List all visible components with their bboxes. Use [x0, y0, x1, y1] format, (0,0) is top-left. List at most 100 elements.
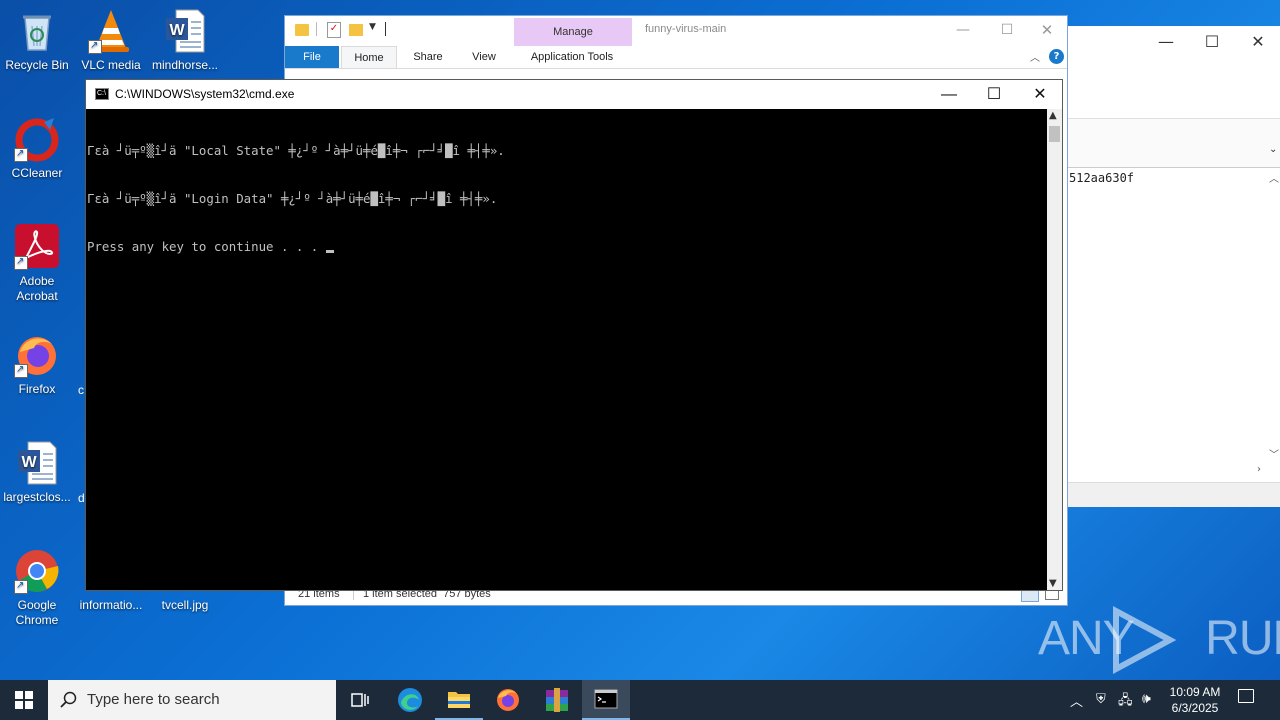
anyrun-watermark: ANY RUN: [1036, 605, 1280, 675]
minimize-button[interactable]: —: [926, 80, 972, 109]
close-button[interactable]: ✕: [1025, 16, 1069, 46]
window-title: funny-virus-main: [645, 23, 727, 35]
desktop-icon-mindhorse[interactable]: W mindhorse...: [148, 8, 222, 73]
quick-access-dropdown-icon[interactable]: ▼: [369, 22, 376, 32]
bg-window-titlebar: — ☐ ✕: [1067, 26, 1280, 56]
security-icon[interactable]: ⛨: [1096, 691, 1106, 707]
start-button[interactable]: [0, 680, 48, 720]
winrar-icon: [546, 688, 568, 712]
clock[interactable]: 10:09 AM 6/3/2025: [1162, 684, 1228, 716]
maximize-icon[interactable]: ☐: [1189, 32, 1235, 51]
desktop-icon-google-chrome[interactable]: Google Chrome: [0, 548, 74, 628]
svg-text:W: W: [21, 454, 37, 471]
desktop-icon-informatio[interactable]: informatio...: [74, 590, 148, 613]
shortcut-arrow-icon: [14, 578, 28, 594]
desktop-icon-label: Adobe Acrobat: [16, 274, 58, 303]
desktop-icon-label: informatio...: [79, 598, 143, 612]
partial-desktop-label: c: [78, 383, 84, 397]
tab-application-tools[interactable]: Application Tools: [517, 46, 627, 68]
desktop-icon-tvcell[interactable]: tvcell.jpg: [148, 590, 222, 613]
taskbar: Type here to search ︿ ⛨ 🖧 🕪 10:09 AM 6/3…: [0, 680, 1280, 720]
minimize-button[interactable]: —: [941, 16, 985, 46]
desktop-icon-label: largestclos...: [3, 490, 71, 504]
desktop-icon-label: Firefox: [18, 382, 56, 396]
cmd-app-icon: C:\: [95, 88, 109, 100]
chrome-icon: [14, 548, 60, 594]
edge-icon: [398, 688, 422, 712]
folder-icon: [448, 692, 470, 708]
desktop-icon-largestclos[interactable]: W largestclos...: [0, 440, 74, 505]
manage-context-tab[interactable]: Manage: [514, 18, 632, 46]
notification-center-icon[interactable]: [1238, 689, 1254, 703]
volume-icon[interactable]: 🕪: [1142, 690, 1151, 707]
shortcut-arrow-icon: [14, 254, 28, 270]
console-line: Γεà ┘ü╤º▒î┘ä "Local State" ╪¿┘º ┘à╪┘ü╪é█…: [87, 143, 505, 158]
desktop-icon-label: CCleaner: [11, 166, 63, 180]
explorer-titlebar: ✓ ▼ Manage funny-virus-main — ☐ ✕: [285, 16, 1067, 46]
console-prompt-text: Press any key to continue . . .: [87, 239, 326, 254]
console-line: Press any key to continue . . .: [87, 239, 1048, 255]
scroll-down-icon[interactable]: ▼: [1049, 578, 1057, 589]
cmd-window[interactable]: C:\ C:\WINDOWS\system32\cmd.exe — ☐ ✕ Γε…: [85, 79, 1063, 591]
system-tray: ︿ ⛨ 🖧 🕪 10:09 AM 6/3/2025: [1066, 680, 1280, 720]
taskbar-winrar[interactable]: [533, 680, 581, 720]
minimize-icon[interactable]: —: [1143, 32, 1189, 51]
cmd-scrollbar[interactable]: ▲ ▼: [1047, 109, 1062, 590]
scroll-down-icon[interactable]: ﹀: [1269, 446, 1279, 461]
clock-time: 10:09 AM: [1169, 685, 1221, 699]
bg-window-toolbar: [1067, 118, 1280, 168]
scroll-thumb[interactable]: [1049, 126, 1060, 142]
tab-home[interactable]: Home: [341, 46, 397, 68]
word-document-icon: W: [162, 8, 208, 54]
taskbar-file-explorer[interactable]: [435, 680, 483, 720]
help-icon[interactable]: ?: [1049, 49, 1064, 64]
search-icon: [60, 691, 77, 708]
watermark-play-icon: [1113, 605, 1177, 675]
word-document-icon: W: [14, 440, 60, 486]
taskbar-cmd[interactable]: [582, 680, 630, 720]
maximize-button[interactable]: ☐: [985, 16, 1029, 46]
scroll-up-icon[interactable]: ︿: [1269, 170, 1279, 185]
scroll-up-icon[interactable]: ▲: [1049, 110, 1057, 121]
desktop-icon-recycle-bin[interactable]: Recycle Bin: [0, 8, 74, 73]
shortcut-arrow-icon: [14, 146, 28, 162]
vlc-cone-icon: [88, 8, 134, 54]
tab-file[interactable]: File: [285, 46, 339, 68]
divider: [385, 22, 386, 36]
console-output[interactable]: Γεà ┘ü╤º▒î┘ä "Local State" ╪¿┘º ┘à╪┘ü╪é█…: [86, 109, 1048, 590]
scroll-right-icon[interactable]: ›: [1257, 464, 1261, 475]
show-hidden-icons[interactable]: ︿: [1070, 691, 1083, 710]
desktop-icon-label: Google Chrome: [15, 598, 59, 627]
desktop-icon-firefox[interactable]: Firefox: [0, 332, 74, 397]
cmd-window-title: C:\WINDOWS\system32\cmd.exe: [115, 87, 295, 101]
chevron-down-icon[interactable]: ⌄: [1269, 144, 1277, 155]
maximize-button[interactable]: ☐: [971, 80, 1017, 109]
close-icon[interactable]: ✕: [1235, 32, 1280, 51]
network-icon[interactable]: 🖧: [1118, 691, 1133, 713]
recycle-bin-icon: [14, 8, 60, 54]
desktop-icon-label: mindhorse...: [151, 58, 219, 72]
taskbar-firefox[interactable]: [484, 680, 532, 720]
close-button[interactable]: ✕: [1017, 80, 1063, 109]
taskbar-edge[interactable]: [386, 680, 434, 720]
partial-desktop-label: d: [78, 491, 85, 505]
ccleaner-icon: [14, 116, 60, 162]
text-cursor: [325, 250, 334, 253]
ribbon-collapse-icon[interactable]: ︿: [1030, 49, 1040, 64]
new-folder-icon[interactable]: [349, 24, 363, 36]
properties-icon[interactable]: ✓: [327, 22, 341, 38]
desktop-icon-vlc[interactable]: VLC media: [74, 8, 148, 73]
background-window[interactable]: — ☐ ✕ ⌄ 512aa630f ︿ ﹀ ›: [1066, 26, 1280, 507]
tab-view[interactable]: View: [457, 46, 511, 68]
tab-share[interactable]: Share: [403, 46, 453, 68]
bg-window-footer: [1067, 482, 1280, 507]
desktop-icon-adobe-acrobat[interactable]: Adobe Acrobat: [0, 224, 74, 304]
desktop-icon-label: VLC media: [81, 58, 141, 72]
desktop-icon-ccleaner[interactable]: CCleaner: [0, 116, 74, 181]
shortcut-arrow-icon: [14, 362, 28, 378]
taskbar-search-box[interactable]: Type here to search: [48, 680, 336, 720]
task-view-button[interactable]: [336, 680, 384, 720]
console-line: Γεà ┘ü╤º▒î┘ä "Login Data" ╪¿┘º ┘à╪┘ü╪é█î…: [87, 191, 498, 206]
desktop-icon-label: tvcell.jpg: [161, 598, 209, 612]
task-view-icon: [351, 693, 369, 707]
